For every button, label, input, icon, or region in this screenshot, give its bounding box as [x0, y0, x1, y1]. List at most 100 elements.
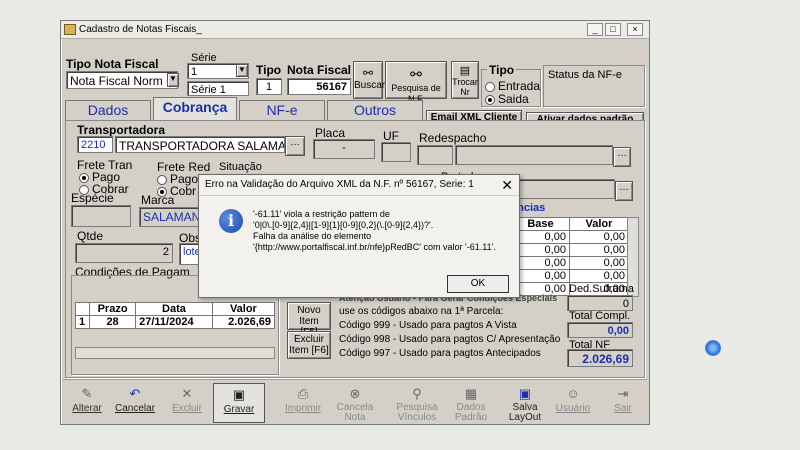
status-label: Status da NF-e	[548, 69, 622, 81]
qtde-label: Qtde	[77, 229, 104, 243]
total-compl-field[interactable]: 0,00	[567, 322, 633, 338]
redespacho-label: Redespacho	[419, 131, 487, 145]
table-row[interactable]: 0,00 0,00	[511, 230, 630, 244]
table-row[interactable]: 0,00 0,00	[511, 256, 630, 270]
x-icon: ✕	[181, 386, 193, 401]
novo-item-button[interactable]: Novo Item [F5]	[287, 302, 331, 338]
pesquisa-nf-button[interactable]: ⚯ Pesquisa de N.F.	[385, 61, 447, 104]
exit-icon: ⇥	[617, 386, 629, 401]
radio-icon	[485, 81, 495, 92]
marca-field[interactable]: SALAMAN	[139, 207, 201, 227]
nota-fiscal-field[interactable]: 56167	[287, 78, 351, 95]
serie-desc: Série 1	[187, 81, 249, 96]
sair-button[interactable]: ⇥ Sair	[597, 383, 649, 423]
notes-line: Código 998 - Usado para pagtos C/ Aprese…	[339, 334, 561, 345]
redespacho-code[interactable]	[417, 145, 453, 165]
redespacho-lookup-button[interactable]: …	[613, 147, 631, 167]
close-button[interactable]: ×	[627, 23, 643, 36]
chevron-down-icon[interactable]: ▼	[167, 73, 179, 87]
pesquisa-label2: Vínculos	[397, 412, 437, 423]
table-cell: 27/11/2024	[135, 315, 213, 329]
radio-selected-icon	[485, 94, 495, 105]
cancela-nota-button[interactable]: ⊗ Cancela Nota	[329, 383, 381, 423]
condicoes-scrollbar[interactable]	[75, 347, 275, 359]
dialog-msg-line: '{http://www.portalfiscal.inf.br/nfe}pRe…	[253, 242, 496, 252]
especie-label: Espécie	[71, 191, 114, 205]
marca-label: Marca	[141, 193, 175, 207]
excluir-item-label: Excluir	[293, 334, 324, 345]
table-cell: 0,00	[511, 230, 570, 244]
pesquisa-vinculos-button[interactable]: ⚲ Pesquisa Vínculos	[391, 383, 443, 423]
column-header: Prazo	[88, 302, 137, 316]
ded-suframa-field[interactable]: 0	[567, 295, 633, 311]
table-row[interactable]: 1 28 27/11/2024 2.026,69	[75, 315, 276, 329]
alterar-label: Alterar	[72, 403, 102, 414]
transportadora-lookup-button[interactable]: …	[285, 136, 305, 156]
redespacho-name[interactable]	[455, 145, 613, 165]
chevron-down-icon[interactable]: ▼	[236, 64, 248, 77]
uf-field[interactable]	[381, 142, 411, 162]
excluir-item-button[interactable]: Excluir Item [F6]	[287, 331, 331, 359]
gravar-button[interactable]: ▣ Gravar	[213, 383, 265, 423]
tipo-label: Tipo	[256, 63, 282, 77]
dados-padrao-button[interactable]: ▦ Dados Padrão	[445, 383, 497, 423]
table-cell: 0,00	[568, 256, 630, 270]
transportadora-code[interactable]: 2210	[77, 136, 113, 153]
dados-label2: Padrão	[454, 412, 488, 423]
total-compl-label: Total Compl.	[569, 310, 631, 322]
transportadora-name[interactable]: TRANSPORTADORA SALAMA	[115, 136, 285, 153]
binoculars-icon: ⚯	[362, 66, 374, 80]
placa-field[interactable]: -	[313, 139, 375, 159]
nota-fiscal-label: Nota Fiscal	[287, 63, 352, 77]
binoculars-icon: ⚯	[410, 66, 422, 82]
column-header: Valor	[568, 217, 630, 231]
tipo-field[interactable]: 1	[256, 78, 282, 95]
qtde-field[interactable]: 2	[75, 243, 173, 263]
table-cell: 28	[88, 315, 137, 329]
dialog-msg-line: '-61.11' viola a restrição pattern de	[253, 209, 390, 219]
table-row[interactable]: 0,00 0,00	[511, 243, 630, 257]
salva-layout-button[interactable]: ▣ Salva LayOut	[499, 383, 551, 423]
sair-label: Sair	[614, 403, 632, 414]
excluir-button[interactable]: ✕ Excluir	[161, 383, 213, 423]
tab-outros[interactable]: Outros	[327, 100, 423, 120]
dialog-msg-line: Falha da análise do elemento	[253, 231, 372, 241]
tab-nfe[interactable]: NF-e	[239, 100, 325, 120]
imprimir-label: Imprimir	[284, 403, 322, 414]
user-icon: ☺	[566, 386, 580, 401]
especie-field[interactable]	[71, 205, 131, 227]
trocar-nr-button[interactable]: ▤ Trocar Nr	[451, 61, 479, 99]
portador-lookup-button[interactable]: …	[615, 181, 633, 201]
column-header: Data	[135, 302, 213, 316]
dialog-title: Erro na Validação do Arquivo XML da N.F.…	[205, 179, 474, 190]
cancelar-button[interactable]: ↶ Cancelar	[109, 383, 161, 423]
saida-label: Saida	[498, 92, 529, 106]
alterar-button[interactable]: ✎ Alterar	[61, 383, 113, 423]
cancela-label2: Nota	[344, 412, 366, 423]
situacao-label: Situação	[219, 161, 262, 173]
save-layout-icon: ▣	[518, 386, 532, 401]
dialog-close-icon[interactable]: ✕	[501, 177, 513, 194]
data-icon: ▦	[464, 386, 478, 401]
entrada-label: Entrada	[498, 79, 541, 93]
entrada-radio[interactable]: Entrada	[485, 79, 540, 93]
usuario-button[interactable]: ☺ Usuário	[547, 383, 599, 423]
trocar-sub: Nr	[460, 87, 470, 97]
window-titlebar: Cadastro de Notas Fiscais_ _ □ ×	[61, 21, 649, 39]
condicoes-table: Prazo Data Valor 1 28 27/11/2024 2.026,6…	[75, 302, 276, 329]
excluir-item-key: Item [F6]	[289, 345, 329, 356]
ok-button[interactable]: OK	[447, 275, 509, 293]
saida-radio[interactable]: Saida	[485, 92, 529, 106]
buscar-button[interactable]: ⚯ Buscar	[353, 61, 385, 99]
minimize-button[interactable]: _	[587, 23, 603, 36]
transportadora-label: Transportadora	[77, 123, 166, 137]
tab-dados[interactable]: Dados	[65, 100, 151, 120]
imprimir-button[interactable]: ⎙ Imprimir	[277, 383, 329, 423]
table-row[interactable]: 0,00 0,00	[511, 269, 630, 283]
notes-panel: Atenção Usuário - Para Gerar Condições E…	[339, 291, 563, 361]
tab-cobranca[interactable]: Cobrança	[153, 97, 237, 120]
maximize-button[interactable]: □	[605, 23, 621, 36]
tipo-nota-select[interactable]: Nota Fiscal Norm	[66, 71, 178, 89]
ded-suframa-label: Ded.Suframa	[569, 283, 634, 295]
notes-line: use os códigos abaixo na 1ª Parcela:	[339, 306, 504, 317]
